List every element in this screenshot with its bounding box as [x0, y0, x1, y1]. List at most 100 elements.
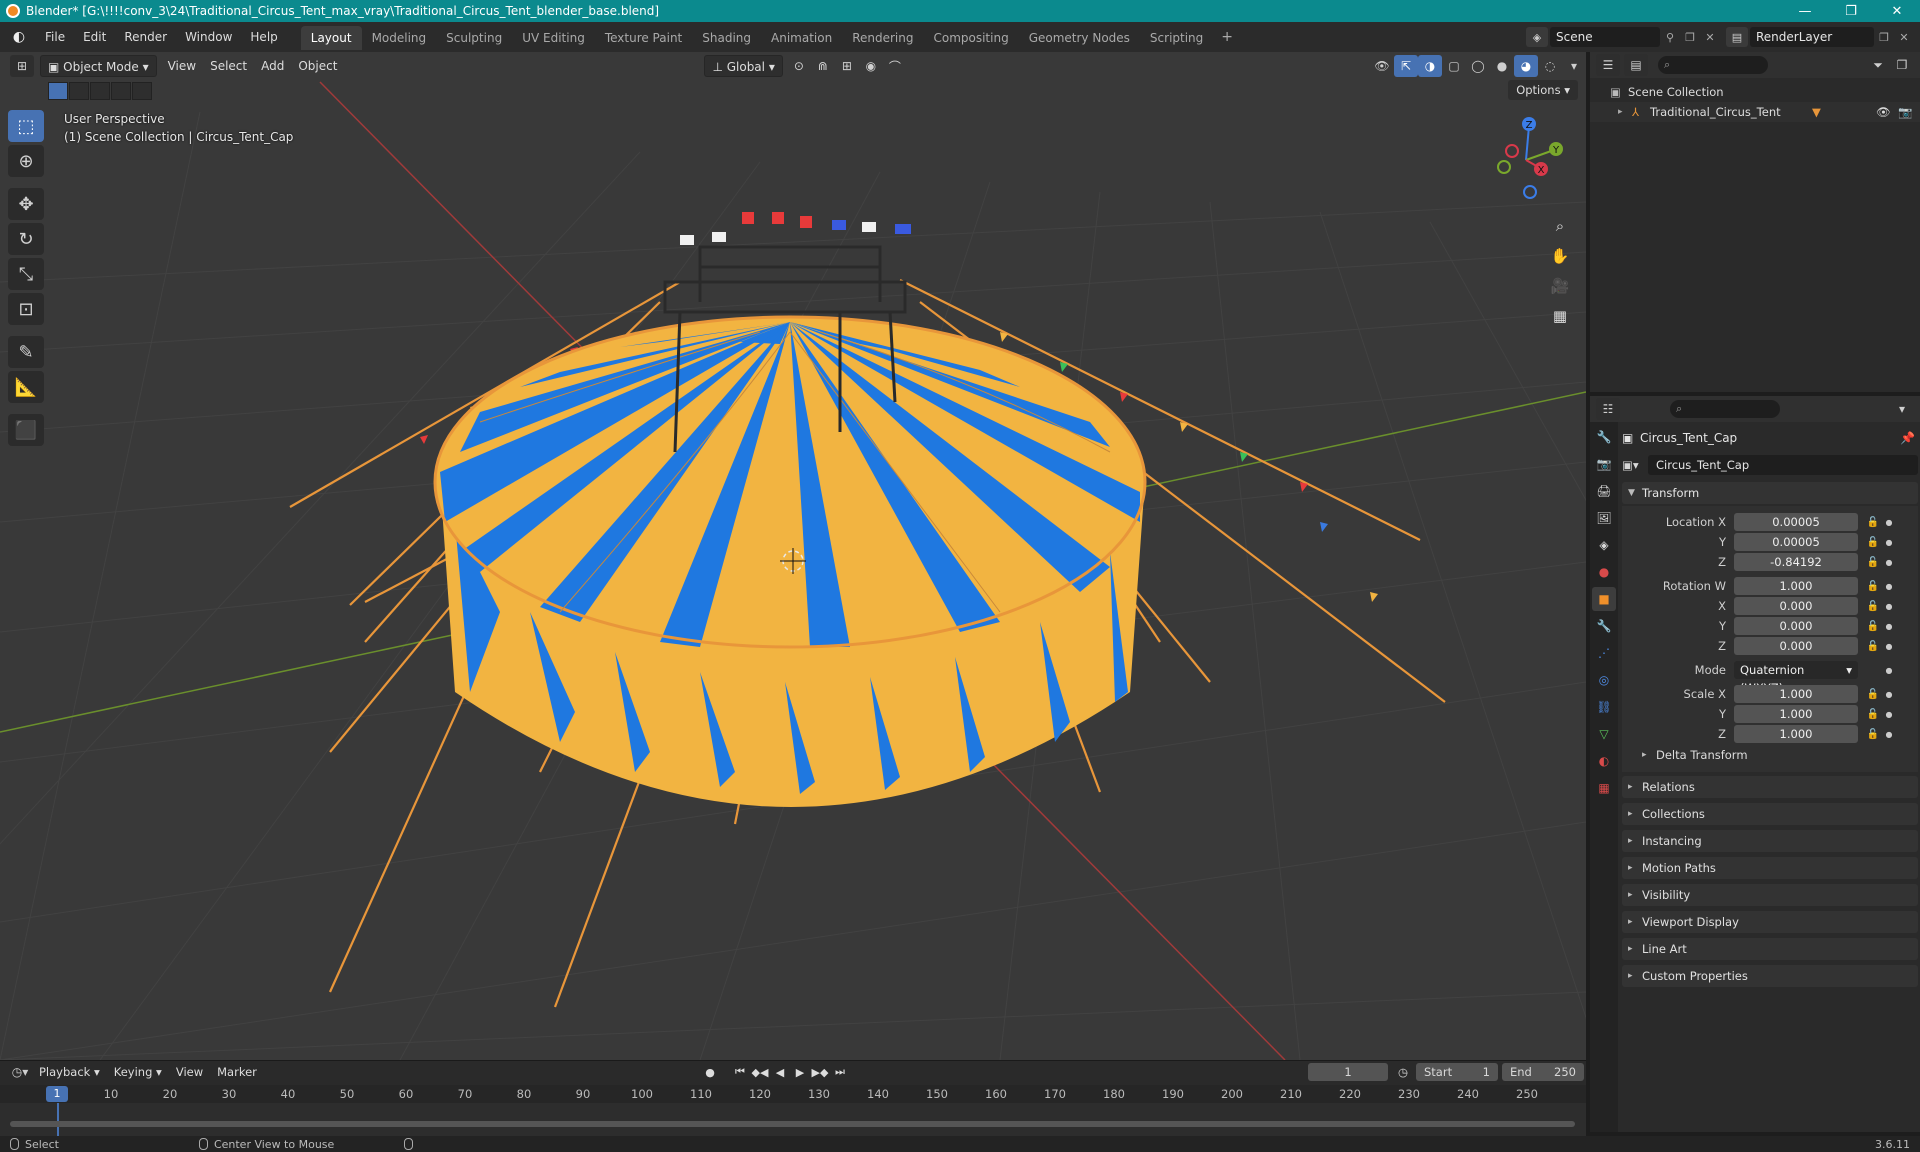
render-camera-icon[interactable]: 📷: [1898, 105, 1920, 119]
expand-arrow-icon[interactable]: ▸: [1618, 107, 1632, 117]
select-extend-icon[interactable]: [69, 82, 89, 100]
lock-icon[interactable]: 🔓: [1864, 517, 1882, 528]
relations-panel-header[interactable]: ▸ Relations: [1622, 776, 1918, 798]
maximize-button[interactable]: ❐: [1828, 0, 1874, 22]
rotation-x-field[interactable]: 0.000: [1734, 597, 1858, 615]
object-tab-icon[interactable]: ■: [1592, 587, 1616, 611]
keyframe-dot-icon[interactable]: ●: [1882, 518, 1896, 527]
select-intersect-icon[interactable]: [132, 82, 152, 100]
tab-modeling[interactable]: Modeling: [362, 26, 437, 50]
outliner-search-input[interactable]: ⌕: [1658, 56, 1768, 74]
select-box-tool[interactable]: ⬚: [8, 110, 44, 142]
location-x-field[interactable]: 0.00005: [1734, 513, 1858, 531]
rotation-w-field[interactable]: 1.000: [1734, 577, 1858, 595]
tab-texture-paint[interactable]: Texture Paint: [595, 26, 692, 50]
display-mode-icon[interactable]: ▤: [1624, 54, 1648, 76]
prev-keyframe-icon[interactable]: ◆◀: [750, 1063, 770, 1081]
motion-paths-panel-header[interactable]: ▸ Motion Paths: [1622, 857, 1918, 879]
timeline-editor-type-icon[interactable]: ◷▾: [8, 1061, 32, 1083]
pivot-icon[interactable]: ⊙: [787, 55, 811, 77]
view-layer-icon[interactable]: ▤: [1726, 27, 1748, 47]
jump-start-icon[interactable]: ⏮: [730, 1063, 750, 1081]
outliner-root-row[interactable]: ▣ Scene Collection: [1590, 82, 1920, 102]
blender-menu-icon[interactable]: ◐: [8, 26, 30, 48]
tool-tab-icon[interactable]: 🔧: [1592, 425, 1616, 449]
output-tab-icon[interactable]: 🖨: [1592, 479, 1616, 503]
datablock-type-icon[interactable]: ▣▾: [1622, 458, 1648, 472]
rotation-y-field[interactable]: 0.000: [1734, 617, 1858, 635]
keyframe-dot-icon[interactable]: ●: [1882, 690, 1896, 699]
auto-keying-icon[interactable]: ●: [700, 1063, 720, 1081]
material-tab-icon[interactable]: ◐: [1592, 749, 1616, 773]
mode-selector[interactable]: ▣ Object Mode ▾: [40, 55, 157, 77]
menu-view[interactable]: View: [161, 55, 203, 77]
viewport-display-panel-header[interactable]: ▸ Viewport Display: [1622, 911, 1918, 933]
menu-view[interactable]: View: [169, 1065, 210, 1079]
measure-tool[interactable]: 📐: [8, 371, 44, 403]
tab-layout[interactable]: Layout: [300, 26, 362, 50]
frame-ruler[interactable]: 1 10 20 30 40 50 60 70 80 90 100 110 120…: [0, 1085, 1586, 1103]
menu-render[interactable]: Render: [115, 24, 176, 50]
location-y-field[interactable]: 0.00005: [1734, 533, 1858, 551]
playhead-frame-indicator[interactable]: 1: [46, 1086, 68, 1102]
visibility-icon[interactable]: 👁: [1370, 55, 1394, 77]
outliner-item-row[interactable]: ▸ ⅄ Traditional_Circus_Tent ▼ 👁 📷: [1590, 102, 1920, 122]
tab-scripting[interactable]: Scripting: [1140, 26, 1213, 50]
scene-tab-icon[interactable]: ◈: [1592, 533, 1616, 557]
custom-properties-panel-header[interactable]: ▸ Custom Properties: [1622, 965, 1918, 987]
menu-keying[interactable]: Keying ▾: [107, 1065, 169, 1079]
solid-shading-icon[interactable]: ●: [1490, 55, 1514, 77]
constraints-tab-icon[interactable]: ⛓: [1592, 695, 1616, 719]
instancing-panel-header[interactable]: ▸ Instancing: [1622, 830, 1918, 852]
keyframe-dot-icon[interactable]: ●: [1882, 602, 1896, 611]
keyframe-dot-icon[interactable]: ●: [1882, 730, 1896, 739]
data-tab-icon[interactable]: ▽: [1592, 722, 1616, 746]
eye-icon[interactable]: 👁: [1876, 105, 1898, 119]
lock-icon[interactable]: 🔓: [1864, 557, 1882, 568]
tab-compositing[interactable]: Compositing: [923, 26, 1018, 50]
rotation-z-field[interactable]: 0.000: [1734, 637, 1858, 655]
3d-viewport[interactable]: ⊞ ▣ Object Mode ▾ View Select Add Object…: [0, 52, 1586, 1060]
menu-object[interactable]: Object: [291, 55, 344, 77]
rotate-tool[interactable]: ↻: [8, 223, 44, 255]
add-cube-tool[interactable]: ⬛: [8, 414, 44, 446]
pin-icon[interactable]: ⚲: [1660, 27, 1680, 47]
view-layer-field[interactable]: RenderLayer: [1750, 27, 1874, 47]
wireframe-shading-icon[interactable]: ◯: [1466, 55, 1490, 77]
keyframe-dot-icon[interactable]: ●: [1882, 538, 1896, 547]
transform-tool[interactable]: ⊡: [8, 293, 44, 325]
lock-icon[interactable]: 🔓: [1864, 601, 1882, 612]
world-tab-icon[interactable]: ●: [1592, 560, 1616, 584]
properties-editor-type-icon[interactable]: ☷: [1596, 398, 1620, 420]
end-frame-field[interactable]: End 250: [1502, 1063, 1584, 1081]
lock-icon[interactable]: 🔓: [1864, 689, 1882, 700]
scene-canvas[interactable]: [0, 52, 1586, 1060]
view-layer-tab-icon[interactable]: 🖼: [1592, 506, 1616, 530]
scale-z-field[interactable]: 1.000: [1734, 725, 1858, 743]
tab-shading[interactable]: Shading: [692, 26, 761, 50]
lock-icon[interactable]: 🔓: [1864, 537, 1882, 548]
transform-panel-header[interactable]: ▼ Transform: [1622, 482, 1918, 504]
lock-icon[interactable]: 🔓: [1864, 641, 1882, 652]
collections-panel-header[interactable]: ▸ Collections: [1622, 803, 1918, 825]
new-view-layer-icon[interactable]: ❐: [1874, 27, 1894, 47]
move-tool[interactable]: ✥: [8, 188, 44, 220]
snap-target-icon[interactable]: ⊞: [835, 55, 859, 77]
scene-icon[interactable]: ◈: [1526, 27, 1548, 47]
menu-help[interactable]: Help: [241, 24, 286, 50]
rotation-mode-dropdown[interactable]: Quaternion (WXYZ) ▾: [1734, 661, 1858, 695]
tab-rendering[interactable]: Rendering: [842, 26, 923, 50]
lock-icon[interactable]: 🔓: [1864, 729, 1882, 740]
select-new-icon[interactable]: [48, 82, 68, 100]
tab-sculpting[interactable]: Sculpting: [436, 26, 512, 50]
pan-hand-icon[interactable]: ✋: [1546, 242, 1574, 270]
transform-orientation-dropdown[interactable]: ⊥ Global ▾: [704, 55, 783, 77]
lock-icon[interactable]: 🔓: [1864, 709, 1882, 720]
current-frame-field[interactable]: 1: [1308, 1063, 1388, 1081]
camera-view-icon[interactable]: 🎥: [1546, 272, 1574, 300]
lock-icon[interactable]: 🔓: [1864, 581, 1882, 592]
new-collection-icon[interactable]: ❐: [1890, 54, 1914, 76]
modifier-tab-icon[interactable]: 🔧: [1592, 614, 1616, 638]
play-reverse-icon[interactable]: ◀: [770, 1063, 790, 1081]
menu-marker[interactable]: Marker: [210, 1065, 264, 1079]
